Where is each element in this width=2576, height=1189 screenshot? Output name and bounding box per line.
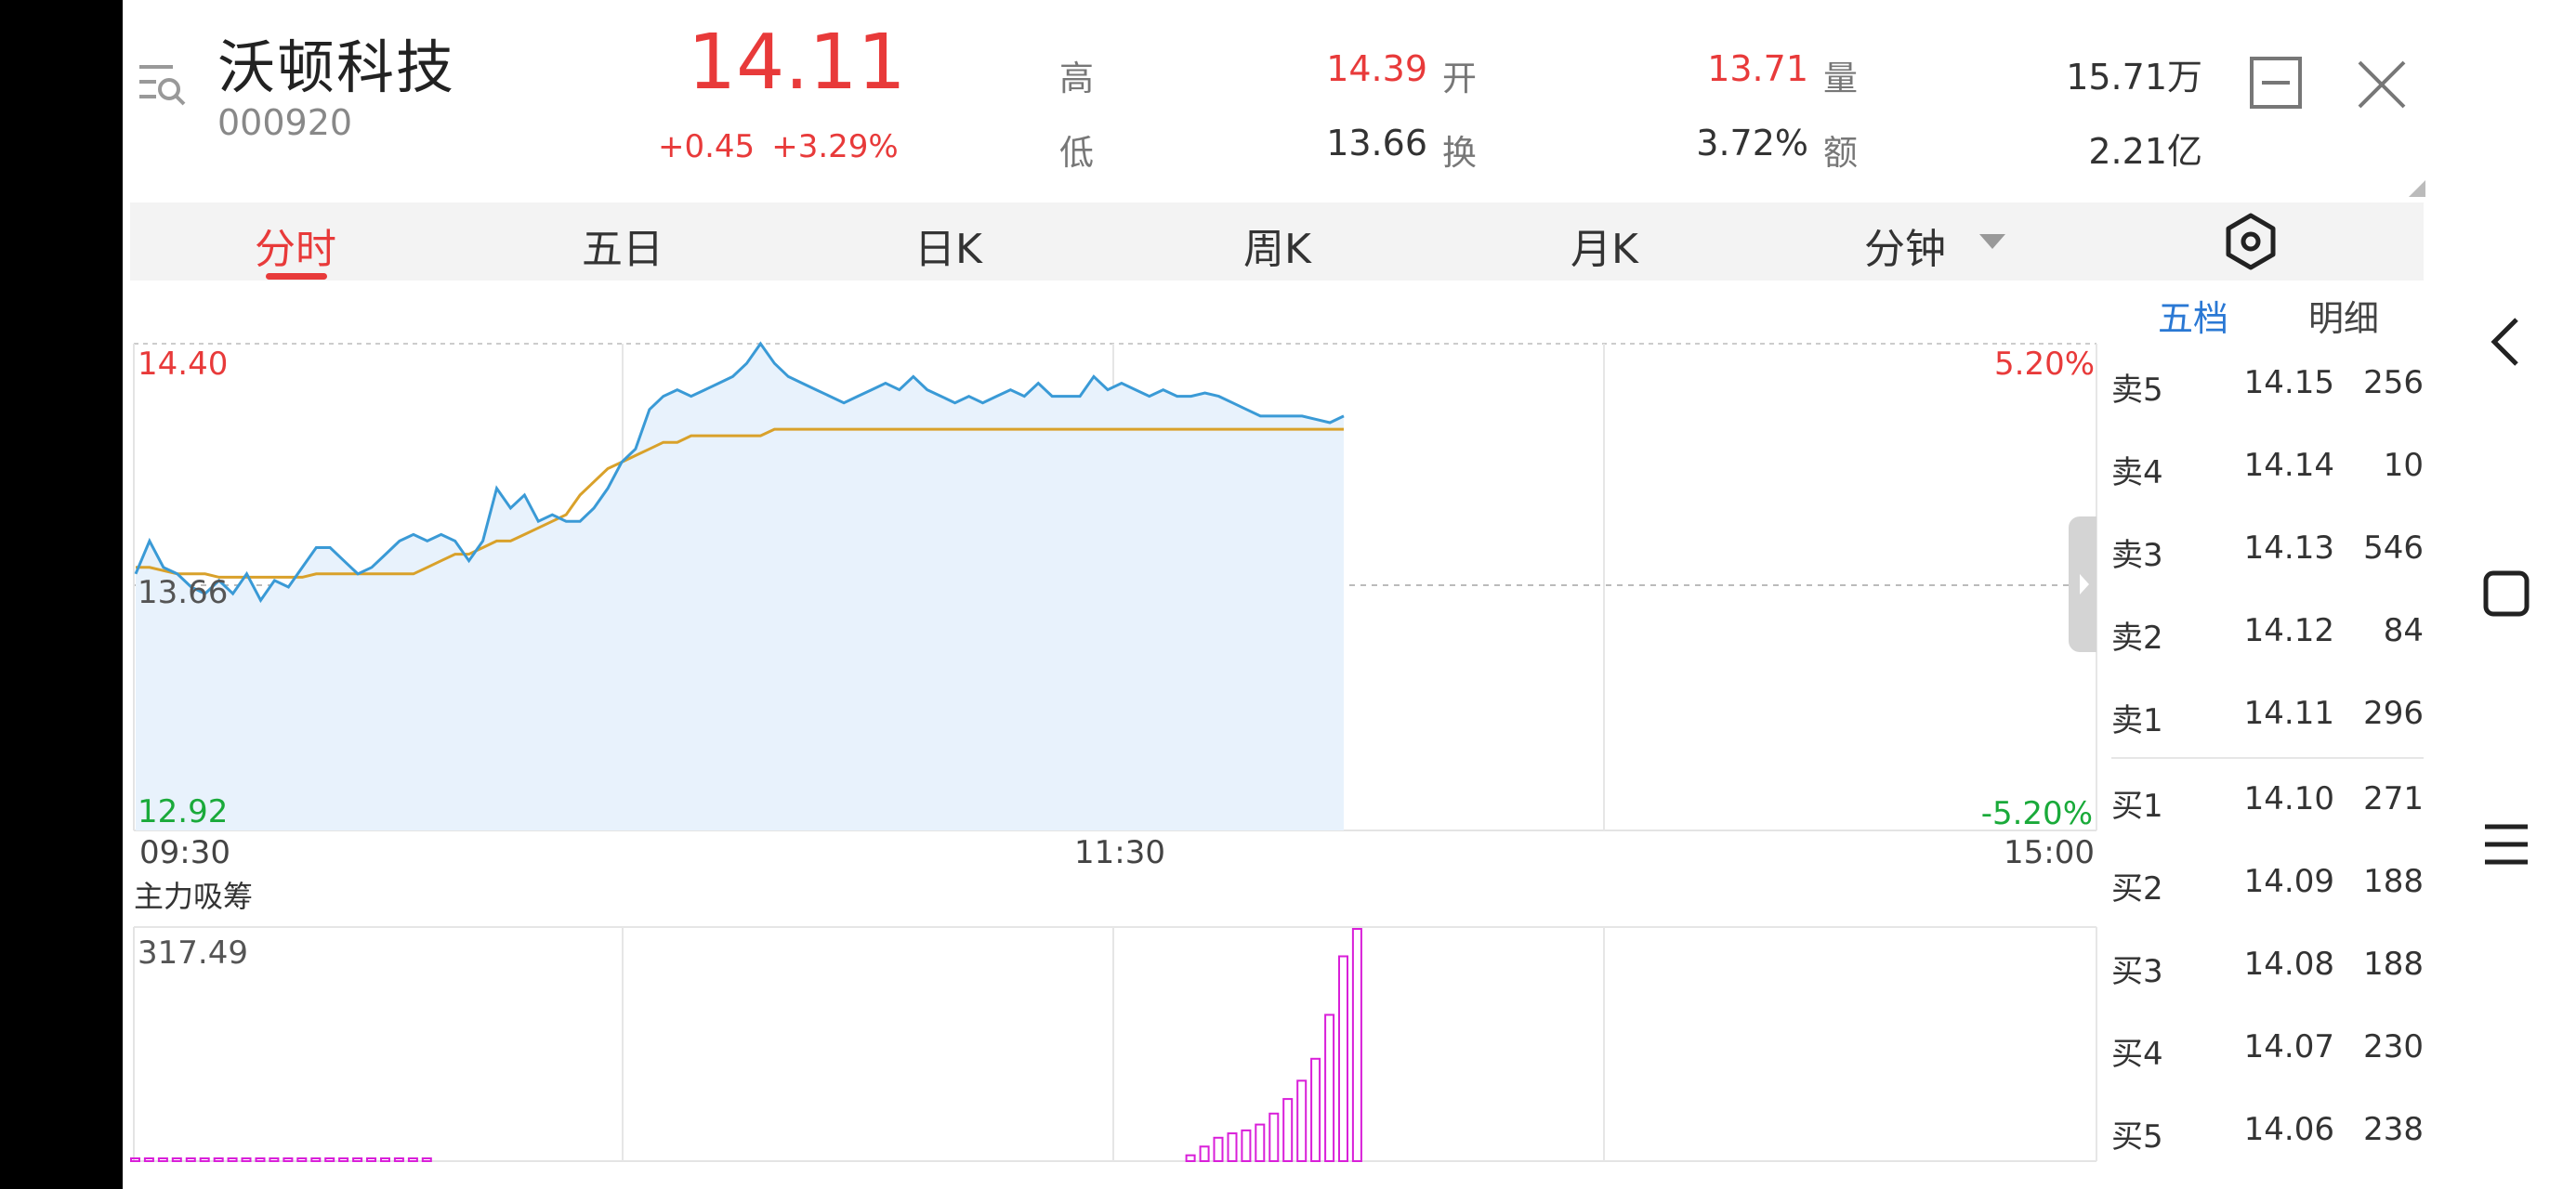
chart-settings-icon[interactable]: [2221, 212, 2280, 275]
ob-volume: 188: [2363, 946, 2424, 983]
ob-price: 14.11: [2243, 695, 2334, 732]
ob-label: 买1: [2111, 788, 2163, 825]
minimize-button[interactable]: [2249, 56, 2303, 113]
ob-volume: 296: [2363, 695, 2424, 732]
ob-volume: 271: [2363, 780, 2424, 817]
ob-label: 卖4: [2111, 454, 2163, 491]
tab-order-book[interactable]: 五档: [2158, 290, 2228, 341]
pct-min-label: -5.20%: [1980, 795, 2093, 832]
price-max-label: 14.40: [138, 346, 229, 383]
indicator-bar: [1213, 1136, 1224, 1163]
indicator-bar: [130, 1157, 140, 1162]
indicator-bar: [1296, 1079, 1308, 1163]
ob-label: 卖2: [2111, 620, 2163, 657]
ob-volume: 188: [2363, 863, 2424, 900]
indicator-bar: [1199, 1145, 1210, 1163]
buy-row-3: 买3 14.08 188: [2111, 946, 2424, 1001]
indicator-bar: [407, 1157, 418, 1162]
order-book-divider: [2111, 757, 2424, 759]
ob-price: 14.14: [2243, 447, 2334, 484]
indicator-bar: [1282, 1098, 1294, 1162]
ob-label: 卖3: [2111, 537, 2163, 574]
pct-max-label: 5.20%: [1994, 346, 2096, 383]
indicator-bar: [310, 1157, 322, 1162]
ob-price: 14.09: [2243, 863, 2334, 900]
ob-volume: 84: [2383, 612, 2424, 649]
indicator-bar: [241, 1157, 252, 1162]
time-mid-label: 11:30: [1074, 834, 1165, 871]
indicator-bar: [296, 1157, 308, 1162]
indicator-bar: [1338, 955, 1348, 1162]
buy-row-1: 买1 14.10 271: [2111, 780, 2424, 836]
close-button[interactable]: [2357, 59, 2407, 113]
ob-label: 买3: [2111, 953, 2163, 990]
sell-row-4: 卖4 14.14 10: [2111, 447, 2424, 503]
ob-volume: 238: [2363, 1111, 2424, 1148]
indicator-bar: [255, 1157, 266, 1162]
indicator-bar: [352, 1157, 363, 1162]
ob-price: 14.12: [2243, 612, 2334, 649]
ob-price: 14.06: [2243, 1111, 2334, 1148]
intraday-chart: [130, 341, 2097, 1163]
indicator-bar: [1255, 1123, 1266, 1162]
back-icon[interactable]: [2487, 314, 2524, 373]
sell-row-5: 卖5 14.15 256: [2111, 364, 2424, 420]
indicator-bar: [393, 1157, 404, 1162]
buy-row-4: 买4 14.07 230: [2111, 1028, 2424, 1084]
indicator-bar: [1227, 1132, 1238, 1162]
sell-row-3: 卖3 14.13 546: [2111, 529, 2424, 585]
ob-volume: 546: [2363, 529, 2424, 567]
indicator-bar: [1241, 1129, 1252, 1163]
ob-label: 买4: [2111, 1036, 2163, 1073]
indicator-bar: [157, 1157, 168, 1162]
indicator-bar: [185, 1157, 196, 1162]
indicator-bar: [143, 1157, 154, 1162]
ob-volume: 256: [2363, 364, 2424, 401]
sell-row-2: 卖2 14.12 84: [2111, 612, 2424, 668]
price-min-label: 12.92: [138, 793, 229, 830]
indicator-bar: [269, 1157, 280, 1162]
ob-label: 卖5: [2111, 372, 2163, 409]
ob-price: 14.08: [2243, 946, 2334, 983]
ob-price: 14.10: [2243, 780, 2334, 817]
indicator-bar: [421, 1157, 432, 1162]
indicator-bar: [213, 1157, 224, 1162]
ob-price: 14.15: [2243, 364, 2334, 401]
buy-row-2: 买2 14.09 188: [2111, 863, 2424, 919]
indicator-bar: [1310, 1057, 1321, 1163]
ob-label: 买5: [2111, 1118, 2163, 1156]
indicator-max-label: 317.49: [138, 934, 248, 972]
indicator-bar: [171, 1157, 182, 1162]
ob-price: 14.07: [2243, 1028, 2334, 1065]
indicator-bar: [227, 1157, 238, 1162]
indicator-bar: [1351, 928, 1362, 1162]
indicator-bar: [324, 1157, 335, 1162]
indicator-bar: [366, 1157, 376, 1162]
buy-row-5: 买5 14.06 238: [2111, 1111, 2424, 1167]
ob-volume: 230: [2363, 1028, 2424, 1065]
sell-row-1: 卖1 14.11 296: [2111, 695, 2424, 751]
side-panel-toggle[interactable]: [2069, 516, 2096, 652]
ob-volume: 10: [2383, 447, 2424, 484]
price-mid-label: 13.66: [138, 574, 229, 611]
indicator-title[interactable]: 主力吸筹: [134, 873, 253, 916]
recents-menu-icon[interactable]: [2483, 823, 2530, 869]
indicator-bar: [199, 1157, 210, 1162]
ob-price: 14.13: [2243, 529, 2334, 567]
indicator-bar: [1324, 1013, 1335, 1162]
indicator-bar: [380, 1157, 390, 1162]
ob-label: 卖1: [2111, 702, 2163, 739]
tab-trade-detail[interactable]: 明细: [2308, 290, 2379, 341]
home-icon[interactable]: [2483, 570, 2530, 621]
ob-label: 买2: [2111, 870, 2163, 908]
indicator-bar: [1185, 1154, 1196, 1162]
indicator-bar: [1268, 1112, 1280, 1163]
time-start-label: 09:30: [139, 834, 230, 871]
time-end-label: 15:00: [2004, 834, 2095, 871]
indicator-bar: [338, 1157, 349, 1162]
indicator-bar: [283, 1157, 294, 1162]
indicator-bars: [130, 928, 1362, 1163]
